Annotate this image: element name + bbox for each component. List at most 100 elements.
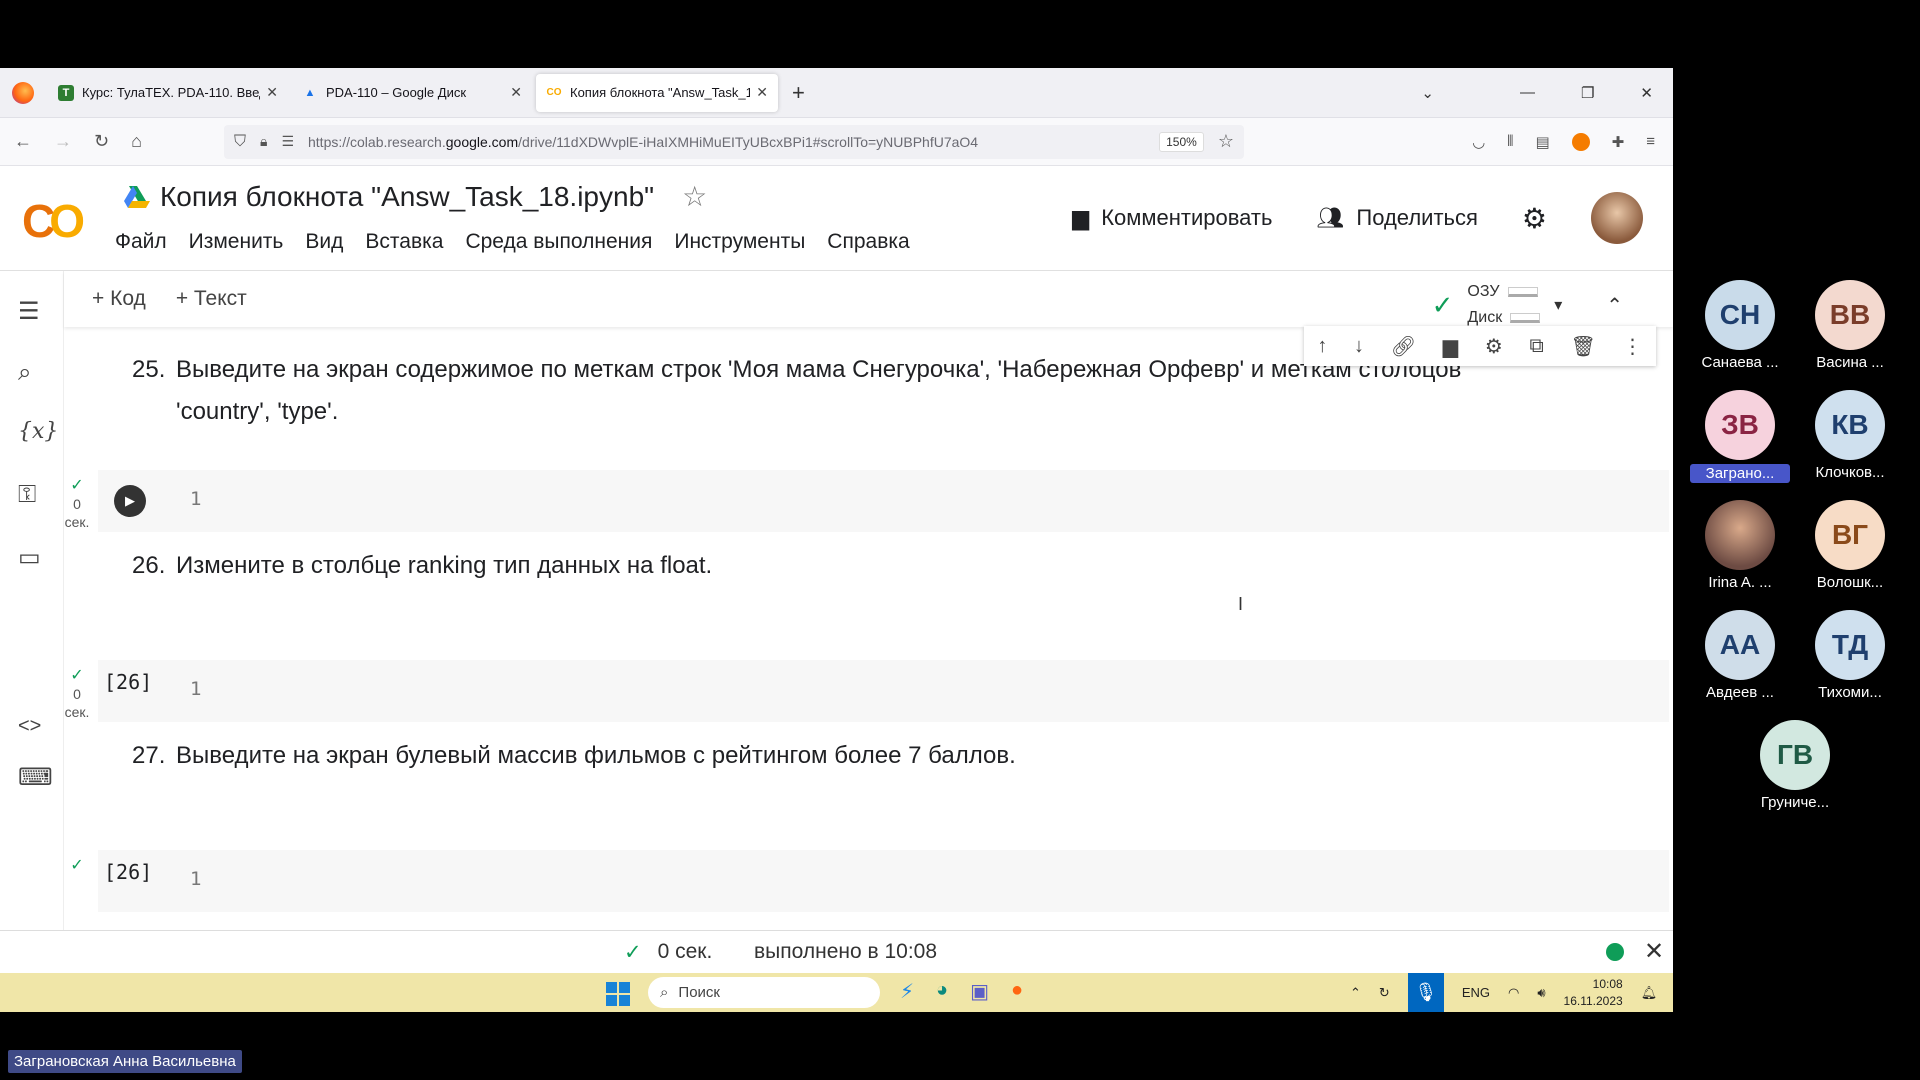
search-icon[interactable]: ⌕	[18, 359, 31, 387]
star-icon[interactable]: ☆	[682, 180, 707, 213]
wifi-icon[interactable]: ◠	[1508, 985, 1519, 1001]
home-icon[interactable]: ⌂	[131, 131, 142, 152]
close-status-icon[interactable]: ✕	[1644, 937, 1664, 966]
run-cell-button[interactable]: ▶	[114, 485, 146, 517]
close-window-icon[interactable]: ✕	[1640, 84, 1653, 102]
text-cell-26[interactable]: 26. Измените в столбце ranking тип данных…	[132, 545, 712, 587]
minimize-icon[interactable]: —	[1520, 84, 1535, 101]
permissions-icon[interactable]: ☰	[281, 133, 294, 150]
app-firefox-icon[interactable]: ●	[1011, 979, 1023, 1004]
more-options-icon[interactable]: ⋮	[1623, 334, 1643, 359]
cell-exec-status: ✓	[64, 857, 92, 875]
app-edge-icon[interactable]: ◕	[936, 979, 948, 1004]
participant-tile[interactable]: СН Санаева ...	[1690, 280, 1790, 371]
volume-icon[interactable]: 🔊︎	[1537, 985, 1545, 1001]
comment-cell-icon[interactable]: ▆	[1443, 334, 1458, 359]
status-duration: ✓ 0 сек.	[624, 940, 713, 964]
files-folder-icon[interactable]: ▭	[18, 543, 41, 572]
menu-edit[interactable]: Изменить	[189, 230, 284, 254]
browser-toolbar-icons: ◡ ⫴ ▤ ✚ ≡	[1472, 132, 1673, 151]
url-text[interactable]: https://colab.research.google.com/drive/…	[308, 134, 1145, 150]
participant-tile[interactable]: КВ Клочков...	[1800, 390, 1900, 481]
settings-gear-icon[interactable]: ⚙	[1522, 202, 1547, 235]
participant-tile[interactable]: ВВ Васина ...	[1800, 280, 1900, 371]
collapse-chevron-icon[interactable]: ⌃	[1606, 293, 1623, 318]
sidebar-icon[interactable]: ▤	[1535, 133, 1549, 151]
participant-tile[interactable]: ТД Тихоми...	[1800, 610, 1900, 701]
notifications-icon[interactable]: 🔔︎	[1641, 985, 1658, 1001]
app-menu-icon[interactable]: ≡	[1646, 133, 1655, 150]
comment-button[interactable]: ▆ Комментировать	[1072, 205, 1272, 231]
move-down-icon[interactable]: ↓	[1354, 335, 1364, 358]
address-bar[interactable]: ⛉ 🔒︎ ☰ https://colab.research.google.com…	[223, 124, 1244, 159]
notebook-title[interactable]: Копия блокнота "Answ_Task_18.ipynb"	[160, 181, 654, 213]
move-up-icon[interactable]: ↑	[1317, 335, 1327, 358]
add-text-button[interactable]: + Текст	[176, 287, 247, 311]
back-icon[interactable]: ←	[14, 131, 32, 152]
close-tab-icon[interactable]: ✕	[266, 84, 278, 101]
text-cell-25[interactable]: 25. Выведите на экран содержимое по метка…	[132, 349, 1461, 433]
colab-logo[interactable]: CO	[22, 194, 85, 248]
code-cell-27[interactable]: [26] 1	[98, 850, 1669, 912]
zoom-level[interactable]: 150%	[1159, 131, 1204, 152]
menu-file[interactable]: Файл	[115, 230, 167, 254]
account-icon[interactable]	[1571, 132, 1590, 151]
library-icon[interactable]: ⫴	[1507, 133, 1513, 150]
runtime-status[interactable]: ✓ ОЗУ Диск ▾ ⌃	[1432, 279, 1623, 331]
restore-icon[interactable]: ❐	[1581, 84, 1594, 102]
menu-tools[interactable]: Инструменты	[674, 230, 805, 254]
microphone-icon[interactable]: 🎙︎	[1407, 973, 1444, 1012]
share-button[interactable]: 👥︎ Поделиться	[1316, 205, 1477, 231]
runtime-dropdown-icon[interactable]: ▾	[1554, 295, 1562, 315]
language-indicator[interactable]: ENG	[1462, 985, 1490, 1000]
user-avatar[interactable]	[1591, 192, 1643, 244]
tab-course[interactable]: T Курс: ТулаТЕХ. PDA-110. Введе ✕	[48, 74, 288, 112]
execution-count[interactable]: [26]	[104, 670, 152, 694]
link-icon[interactable]: 🔗︎	[1391, 334, 1416, 359]
sync-icon[interactable]: ↻	[1379, 985, 1390, 1001]
firefox-icon[interactable]	[12, 81, 34, 104]
participant-tile-video[interactable]: Irina A. ...	[1690, 500, 1790, 591]
app-vscode-icon[interactable]: ⚡︎	[900, 979, 914, 1004]
mirror-cell-icon[interactable]: ⧉	[1530, 335, 1544, 358]
participant-tile[interactable]: АА Авдеев ...	[1690, 610, 1790, 701]
cell-settings-icon[interactable]: ⚙	[1485, 334, 1503, 359]
command-palette-icon[interactable]: ⌨	[18, 763, 53, 792]
code-snippets-icon[interactable]: <>	[18, 715, 41, 738]
menu-view[interactable]: Вид	[305, 230, 343, 254]
tab-list-chevron-icon[interactable]: ⌄	[1421, 84, 1434, 102]
close-tab-icon[interactable]: ✕	[510, 84, 522, 101]
delete-icon[interactable]: 🗑︎	[1570, 334, 1595, 359]
code-cell-26[interactable]: [26] 1	[98, 660, 1669, 722]
participant-tile-active[interactable]: ЗВ Заграно...	[1690, 390, 1790, 483]
menu-insert[interactable]: Вставка	[365, 230, 443, 254]
shield-icon[interactable]: ⛉	[234, 133, 246, 151]
lock-icon[interactable]: 🔒︎	[260, 133, 267, 150]
menu-runtime[interactable]: Среда выполнения	[465, 230, 652, 254]
variables-icon[interactable]: {x}	[18, 419, 58, 444]
tray-overflow-icon[interactable]: ⌃	[1350, 985, 1361, 1001]
pocket-icon[interactable]: ◡	[1472, 133, 1485, 151]
menu-help[interactable]: Справка	[827, 230, 909, 254]
tab-colab[interactable]: CO Копия блокнота "Answ_Task_1 ✕	[536, 73, 778, 112]
table-of-contents-icon[interactable]: ☰	[18, 297, 40, 326]
extensions-icon[interactable]: ✚	[1612, 133, 1625, 151]
app-teams-icon[interactable]: ▣	[970, 979, 989, 1004]
new-tab-icon[interactable]: +	[792, 80, 805, 106]
code-cell-25[interactable]: ▶ 1	[98, 470, 1669, 532]
add-code-button[interactable]: + Код	[92, 287, 146, 311]
participant-tile[interactable]: ВГ Волошк...	[1800, 500, 1900, 591]
google-drive-icon[interactable]	[124, 185, 150, 208]
close-tab-icon[interactable]: ✕	[756, 84, 768, 101]
text-cell-27[interactable]: 27. Выведите на экран булевый массив филь…	[132, 735, 1016, 777]
windows-start-icon[interactable]	[606, 982, 630, 1006]
bookmark-star-icon[interactable]: ☆	[1218, 131, 1234, 152]
clock[interactable]: 10:08 16.11.2023	[1564, 976, 1623, 1010]
participant-tile[interactable]: ГВ Груниче...	[1745, 720, 1845, 811]
taskbar-search[interactable]: ⌕ Поиск	[648, 977, 880, 1008]
secrets-key-icon[interactable]: ⚿	[18, 481, 36, 509]
execution-count[interactable]: [26]	[104, 860, 152, 884]
tab-drive[interactable]: ▲ PDA-110 – Google Диск ✕	[292, 74, 532, 112]
forward-icon[interactable]: →	[54, 131, 72, 152]
reload-icon[interactable]: ↻	[94, 131, 109, 152]
